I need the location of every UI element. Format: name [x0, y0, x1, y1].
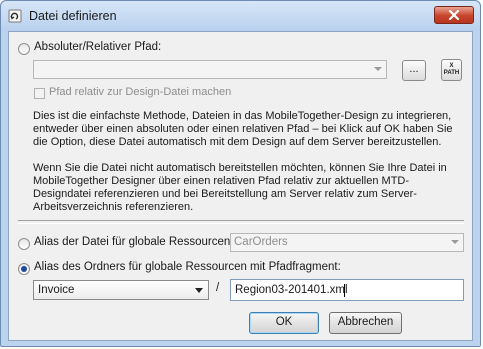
chevron-down-icon [374, 67, 382, 71]
relative-path-checkbox-label: Pfad relativ zur Design-Datei machen [49, 86, 232, 98]
browse-button[interactable]: ... [402, 60, 426, 81]
alias-file-combobox[interactable]: CarOrders [230, 233, 464, 252]
path-fragment-input[interactable]: Region03-201401.xml [230, 279, 464, 301]
ok-button-label: OK [275, 316, 293, 328]
text-cursor [344, 284, 345, 297]
relative-path-checkbox[interactable] [34, 88, 45, 99]
description-paragraph-2: Wenn Sie die Datei nicht automatisch ber… [33, 162, 447, 213]
define-file-icon [8, 9, 22, 23]
alias-folder-label: Alias des Ordners für globale Ressourcen… [34, 261, 341, 273]
path-combobox[interactable] [33, 60, 387, 79]
cancel-button-label: Abbrechen [337, 316, 394, 328]
alias-folder-combobox[interactable]: Invoice [33, 280, 209, 300]
alias-file-label: Alias der Datei für globale Ressourcen: [34, 236, 234, 248]
dialog-body: Absoluter/Relativer Pfad: ... X PATH Pfa… [8, 31, 473, 341]
path-fragment-value: Region03-201401.xml [235, 284, 348, 296]
title-bar[interactable]: Datei definieren [1, 1, 480, 31]
ok-button[interactable]: OK [249, 312, 319, 334]
alias-file-value: CarOrders [234, 236, 288, 248]
absolute-path-label: Absoluter/Relativer Pfad: [34, 41, 162, 53]
cancel-button[interactable]: Abbrechen [329, 312, 402, 334]
alias-folder-radio[interactable] [18, 263, 30, 275]
xpath-label-top: X [449, 63, 454, 69]
window-title: Datei definieren [29, 9, 117, 23]
browse-button-label: ... [409, 63, 419, 75]
alias-file-radio[interactable] [18, 238, 30, 250]
separator [18, 220, 464, 224]
absolute-path-radio[interactable] [18, 43, 30, 55]
chevron-down-icon [195, 288, 203, 293]
dialog-window: Datei definieren Absoluter/Relativer Pfa… [0, 0, 481, 347]
close-button[interactable] [434, 6, 474, 24]
xpath-button[interactable]: X PATH [441, 59, 462, 81]
close-icon [448, 10, 460, 20]
xpath-label-bottom: PATH [443, 70, 460, 76]
path-separator: / [216, 282, 220, 294]
description-paragraph-1: Dies ist die einfachste Methode, Dateien… [33, 110, 453, 148]
chevron-down-icon [451, 240, 459, 244]
alias-folder-value: Invoice [38, 284, 75, 296]
